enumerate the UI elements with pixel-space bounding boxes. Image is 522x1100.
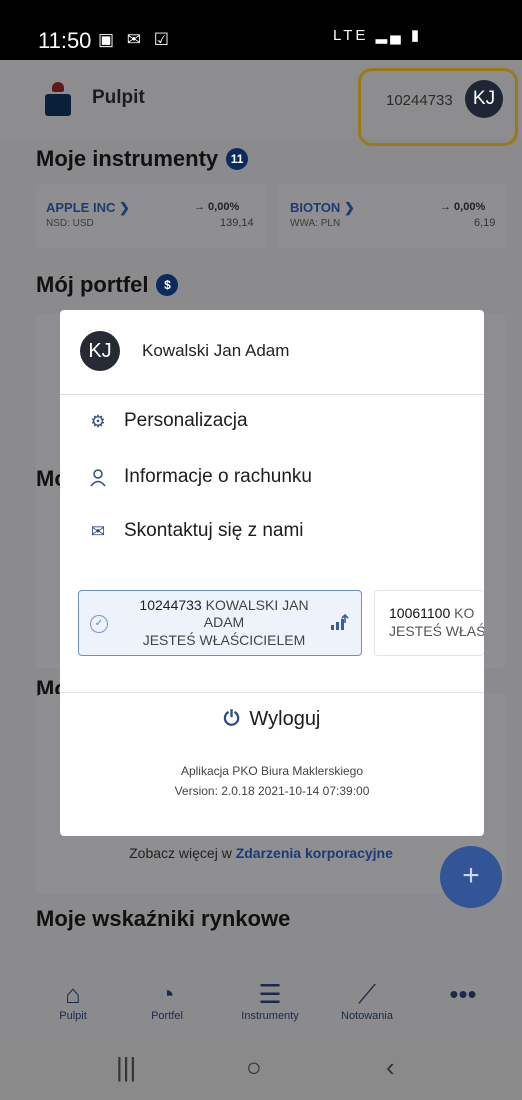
user-avatar: KJ [80,331,120,371]
account-highlight-box [358,68,518,146]
instrument-card-bioton[interactable]: BIOTON ❯ WWA: PLN → 0,00% 6,19 [278,184,506,248]
status-bar: 11:50 ▣ ✉ ☑ LTE ▂▄ ▮ [0,0,522,60]
page-title: Pulpit [92,87,145,108]
nav-portfel[interactable]: ◔ Portfel [142,978,192,1022]
instruments-count-badge: 11 [226,148,249,170]
menu-label: Personalizacja [124,410,248,431]
dollar-badge-icon: $ [156,274,179,296]
account-menu-modal: KJ Kowalski Jan Adam ⚙ Personalizacja In… [60,310,484,836]
chart-line-icon: ⟋ [357,979,377,1009]
recents-button[interactable]: ||| [116,1052,136,1083]
instrument-card-apple[interactable]: APPLE INC ❯ NSD: USD → 0,00% 139,14 [36,184,266,248]
account-owner-b: ADAM [203,614,245,630]
menu-label: Skontaktuj się z nami [124,520,304,541]
nav-notowania[interactable]: ⟋ Notowania [334,978,400,1022]
user-name: Kowalski Jan Adam [142,341,290,360]
instrument-name: BIOTON ❯ [290,200,355,215]
portfolio-section-title: Mój portfel $ [36,272,179,298]
app-info-text: Aplikacja PKO Biura Maklerskiego [180,764,364,778]
portfolio-title: Mój portfel [36,272,149,297]
instrument-price: 139,14 [220,217,254,229]
app-version-text: Version: 2.0.18 2021-10-14 07:39:00 [174,784,370,798]
account-switch-icon[interactable] [329,613,349,633]
instrument-change: → 0,00% [440,201,486,213]
app-header: Pulpit 10244733 KJ [0,60,522,146]
logout-label: Wyloguj [249,708,321,730]
menu-contact[interactable]: ✉ Skontaktuj się z nami [88,520,468,550]
mail-icon: ✉ [90,522,106,541]
more-dots-icon: ••• [449,979,477,1009]
power-icon: ⏻ [223,708,240,730]
account-owner-a: KOWALSKI JAN [205,597,309,613]
account-name-lines: 10061100 KO [389,605,474,621]
notification-icons: ▣ ✉ ☑ [98,30,173,49]
bottom-nav: ⌂ Pulpit ◔ Portfel ☰ Instrumenty ⟋ Notow… [0,968,522,1048]
instrument-change: → 0,00% [194,201,240,213]
indicators-section-title: Moje wskaźniki rynkowe [36,906,291,931]
account-card-other[interactable]: 10061100 KO JESTEŚ WŁAŚC [374,590,484,656]
nav-pulpit[interactable]: ⌂ Pulpit [50,978,96,1022]
more-corporate-events-link[interactable]: Zobacz więcej w Zdarzenia korporacyjne [0,845,522,861]
add-fab-button[interactable]: + [440,846,502,908]
menu-label: Informacje o rachunku [124,466,312,487]
nav-label: Portfel [151,1010,183,1022]
nav-instrumenty[interactable]: ☰ Instrumenty [230,978,310,1022]
nav-more[interactable]: ••• [440,978,486,1010]
menu-account-info[interactable]: Informacje o rachunku [88,466,468,496]
nav-label: Instrumenty [241,1010,299,1022]
nav-label: Notowania [341,1010,393,1022]
system-nav-bar: ||| ○ ‹ [0,1038,522,1100]
instruments-section-title: Moje instrumenty 11 [36,146,249,172]
account-number: 10244733 [139,597,202,613]
status-time: 11:50 [38,28,92,53]
nav-label: Pulpit [59,1010,87,1022]
divider [60,394,484,395]
instrument-name: APPLE INC ❯ [46,200,130,215]
account-owner-partial: KO [454,605,475,621]
pie-chart-icon: ◔ [159,979,175,1009]
instruments-title: Moje instrumenty [36,146,219,171]
check-circle-icon: ✓ [90,615,108,633]
user-icon [88,468,108,488]
divider [60,692,484,693]
more-link-prefix: Zobacz więcej w [129,845,232,861]
instrument-price: 6,19 [474,217,496,229]
home-icon: ⌂ [65,979,81,1009]
home-button[interactable]: ○ [246,1052,262,1083]
signal-battery-icons: LTE ▂▄ ▮ [333,27,423,44]
more-link-target[interactable]: Zdarzenia korporacyjne [236,845,393,861]
pko-logo-icon [43,82,73,116]
back-button[interactable]: ‹ [386,1052,395,1083]
account-card-active[interactable]: ✓ 10244733 KOWALSKI JAN ADAM JESTEŚ WŁAŚ… [78,590,362,656]
instrument-market: WWA: PLN [290,218,341,229]
account-name-lines: 10244733 KOWALSKI JAN ADAM [131,597,317,631]
menu-personalizacja[interactable]: ⚙ Personalizacja [88,410,468,440]
account-role: JESTEŚ WŁAŚCICIELEM [142,632,306,648]
list-icon: ☰ [258,979,282,1009]
account-role: JESTEŚ WŁAŚC [389,623,484,639]
instrument-market: NSD: USD [46,218,94,229]
logout-button[interactable]: ⏻ Wyloguj [60,708,484,731]
gear-icon: ⚙ [90,412,106,431]
account-number: 10061100 [389,605,451,621]
